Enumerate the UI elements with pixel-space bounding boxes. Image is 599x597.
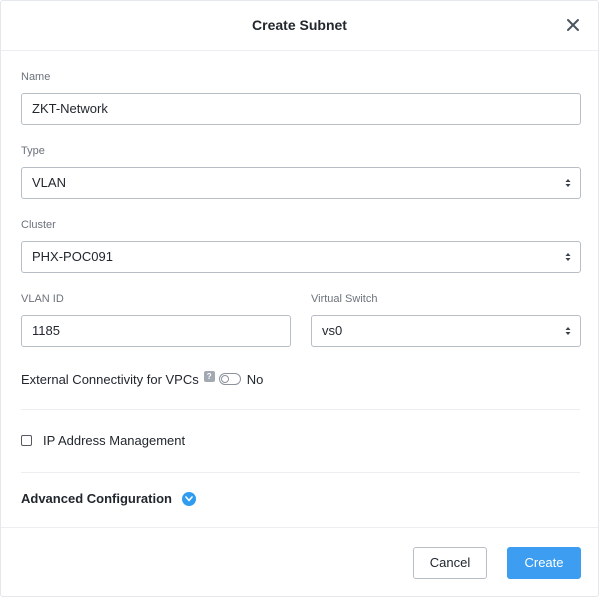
type-select-value: VLAN	[32, 175, 66, 190]
external-connectivity-label: External Connectivity for VPCs	[21, 371, 199, 387]
select-caret-icon	[565, 179, 571, 187]
cluster-select-value: PHX-POC091	[32, 249, 113, 264]
advanced-configuration-row[interactable]: Advanced Configuration	[21, 491, 196, 506]
virtual-switch-select[interactable]: vs0	[311, 315, 581, 347]
virtual-switch-label: Virtual Switch	[311, 293, 378, 305]
vlan-id-label: VLAN ID	[21, 293, 64, 305]
dialog-title: Create Subnet	[252, 17, 347, 33]
divider	[21, 472, 580, 473]
type-select[interactable]: VLAN	[21, 167, 581, 199]
divider	[21, 409, 580, 410]
create-button[interactable]: Create	[507, 547, 581, 579]
cancel-button[interactable]: Cancel	[413, 547, 487, 579]
close-icon[interactable]	[564, 16, 582, 34]
ip-address-management-label[interactable]: IP Address Management	[43, 433, 185, 448]
ip-address-management-row: IP Address Management	[21, 433, 185, 448]
dialog-header: Create Subnet	[1, 1, 598, 51]
cluster-select[interactable]: PHX-POC091	[21, 241, 581, 273]
type-label: Type	[21, 145, 45, 157]
advanced-configuration-label[interactable]: Advanced Configuration	[21, 491, 172, 506]
toggle-knob	[220, 375, 229, 383]
external-connectivity-row: External Connectivity for VPCs ? No	[21, 370, 263, 388]
external-connectivity-state: No	[246, 371, 264, 387]
help-icon[interactable]: ?	[203, 370, 215, 382]
name-label: Name	[21, 71, 51, 83]
chevron-down-icon[interactable]	[181, 491, 196, 506]
select-caret-icon	[565, 327, 571, 335]
external-connectivity-toggle[interactable]	[218, 373, 241, 385]
cluster-label: Cluster	[21, 219, 56, 231]
virtual-switch-select-value: vs0	[322, 323, 343, 338]
select-caret-icon	[565, 253, 571, 261]
name-input[interactable]: ZKT-Network	[21, 93, 581, 125]
vlan-id-input[interactable]: 1185	[21, 315, 291, 347]
ip-address-management-checkbox[interactable]	[21, 435, 32, 446]
create-subnet-dialog: Create Subnet Name ZKT-Network Type VLAN…	[0, 0, 599, 597]
dialog-footer: Cancel Create	[1, 527, 598, 597]
